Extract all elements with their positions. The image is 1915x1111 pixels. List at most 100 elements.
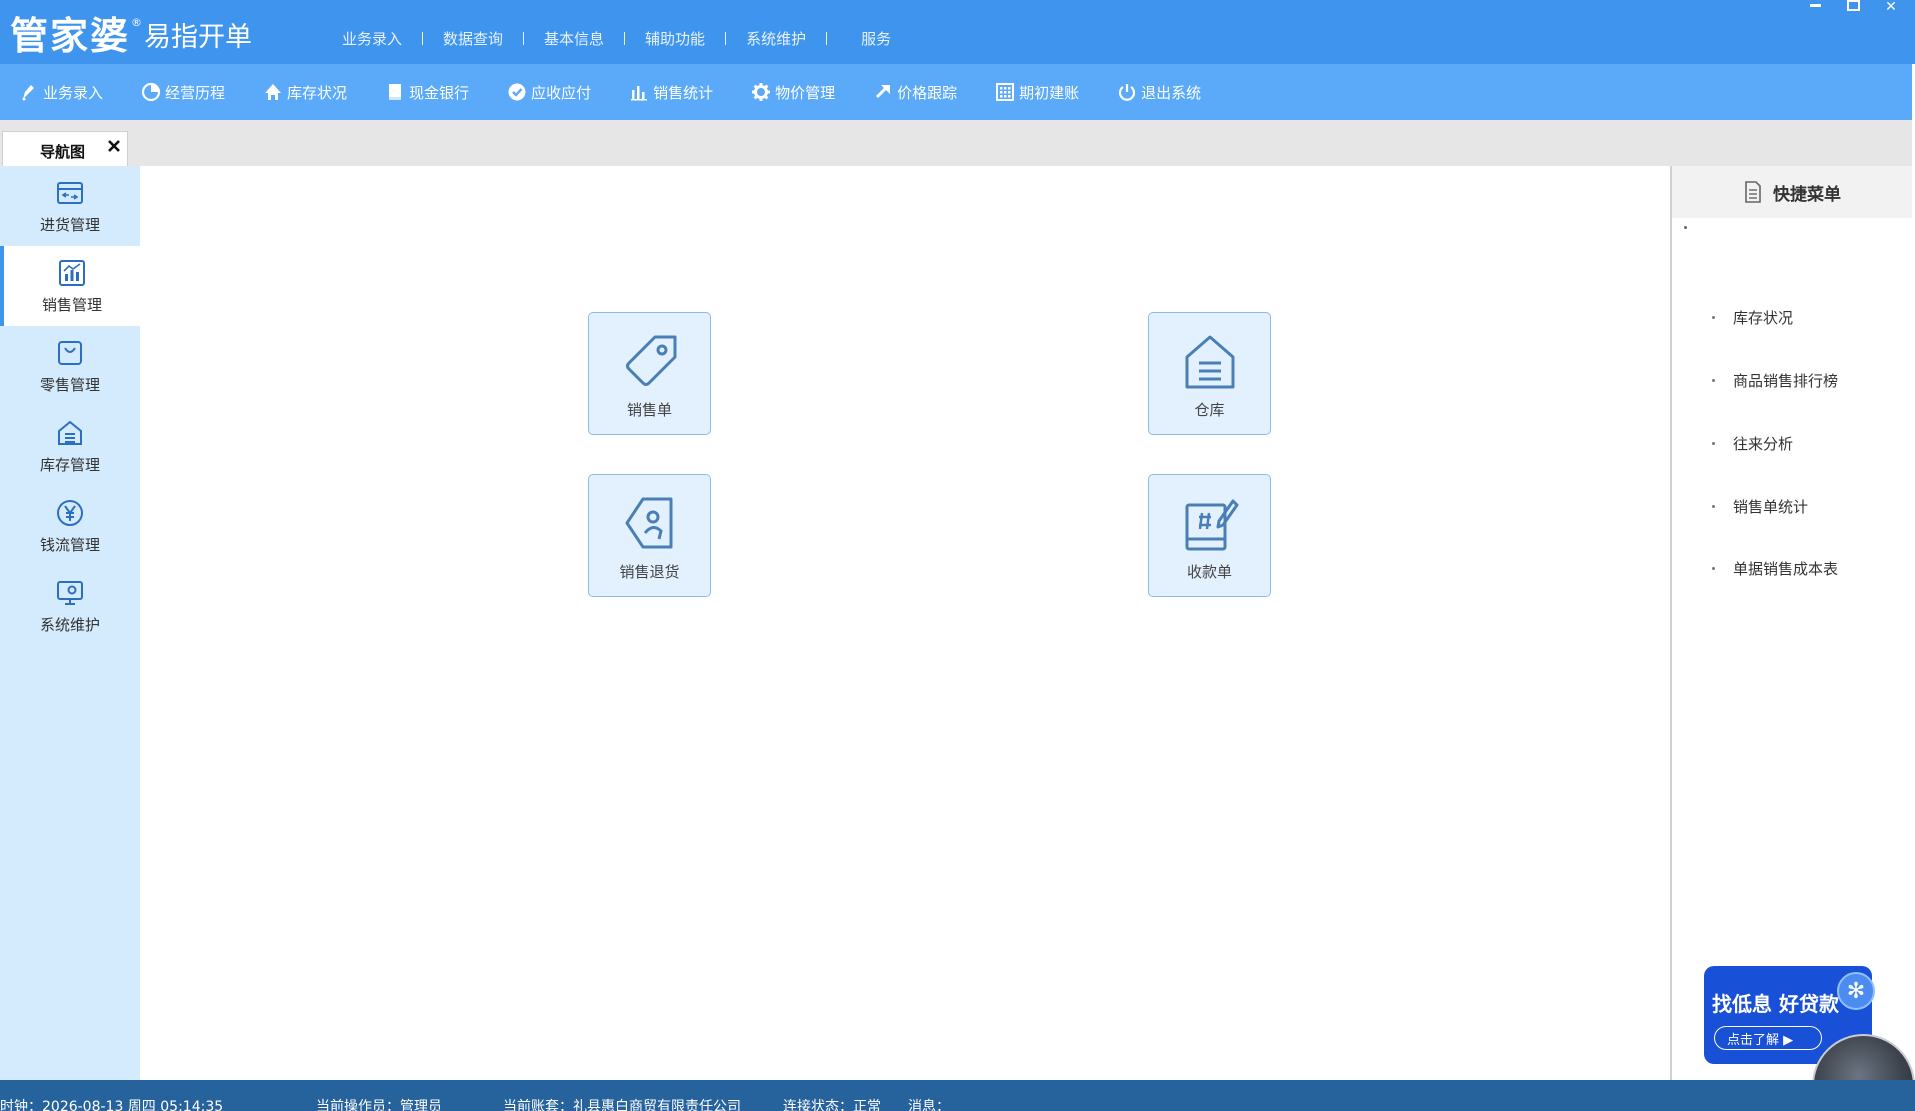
quick-item-sales-cost-report[interactable]: 单据销售成本表 bbox=[1712, 558, 1838, 579]
toolbar-label: 库存状况 bbox=[287, 83, 348, 102]
quick-item-label: 商品销售排行榜 bbox=[1733, 372, 1839, 390]
toolbar-business-entry[interactable]: 业务录入 bbox=[19, 77, 103, 107]
warehouse-icon bbox=[1185, 335, 1234, 389]
ad-learn-more-button[interactable]: 点击了解 ▶ bbox=[1714, 1026, 1822, 1050]
toolbar-price-management[interactable]: 物价管理 bbox=[751, 77, 835, 107]
toolbar-sales-statistics[interactable]: 销售统计 bbox=[629, 77, 713, 107]
quick-item-inventory-status[interactable]: 库存状况 bbox=[1712, 307, 1793, 328]
status-account: 当前账套：礼县惠白商贸有限责任公司 bbox=[503, 1099, 741, 1111]
top-menu-item-data-query[interactable]: 数据查询 bbox=[443, 28, 503, 49]
quick-item-label: 往来分析 bbox=[1733, 435, 1794, 453]
nav-label: 库存管理 bbox=[39, 456, 100, 474]
status-clock: 时钟：2026-08-13 周四 05:14:35 bbox=[0, 1099, 224, 1111]
top-menu-item-system-maintenance[interactable]: 系统维护 bbox=[746, 28, 806, 49]
house-icon bbox=[265, 84, 282, 100]
tab-navigation-map[interactable]: 导航图 bbox=[2, 131, 128, 166]
quick-menu-header: 快捷菜单 bbox=[1672, 166, 1912, 218]
purchase-icon bbox=[57, 182, 83, 204]
tile-label: 仓库 bbox=[1194, 401, 1225, 419]
top-menu-separator bbox=[422, 32, 424, 45]
quick-item-account-analysis[interactable]: 往来分析 bbox=[1712, 433, 1793, 454]
nav-item-cashflow[interactable]: 钱流管理 bbox=[0, 486, 140, 566]
grid-icon bbox=[996, 83, 1015, 101]
bullet bbox=[1712, 567, 1715, 570]
tab-label: 导航图 bbox=[40, 143, 86, 161]
toolbar-opening-accounts[interactable]: 期初建账 bbox=[995, 77, 1079, 107]
check-circle-icon bbox=[508, 83, 526, 101]
status-operator: 当前操作员：管理员 bbox=[316, 1099, 442, 1111]
snowflake-icon: ✻ bbox=[1837, 972, 1875, 1010]
top-menu: 业务录入 数据查询 基本信息 辅助功能 系统维护 服务 bbox=[342, 28, 891, 49]
tile-receipt[interactable]: 收款单 bbox=[1148, 474, 1271, 597]
bullet bbox=[1712, 442, 1715, 445]
nav-label: 系统维护 bbox=[39, 616, 100, 634]
toolbar-label: 现金银行 bbox=[409, 83, 470, 102]
decorative-dot bbox=[1684, 226, 1687, 229]
yen-icon bbox=[57, 500, 83, 526]
quick-item-label: 单据销售成本表 bbox=[1733, 560, 1839, 578]
tile-sales-order[interactable]: 销售单 bbox=[588, 312, 711, 435]
toolbar-label: 价格跟踪 bbox=[897, 83, 958, 102]
logo-sub-text: 易指开单 bbox=[144, 22, 253, 53]
arrow-up-right-icon bbox=[876, 85, 891, 99]
toolbar-label: 退出系统 bbox=[1141, 83, 1202, 102]
document-icon bbox=[1745, 181, 1761, 203]
toolbar-inventory-status[interactable]: 库存状况 bbox=[263, 77, 347, 107]
quick-item-sales-order-statistics[interactable]: 销售单统计 bbox=[1712, 496, 1808, 517]
nav-item-purchase[interactable]: 进货管理 bbox=[0, 166, 140, 246]
app-logo: 管家婆 ® 易指开单 bbox=[10, 10, 252, 58]
bullet bbox=[1712, 316, 1715, 319]
quick-item-label: 库存状况 bbox=[1733, 309, 1794, 327]
minimize-button[interactable] bbox=[1807, 0, 1823, 14]
tile-sales-return[interactable]: 销售退货 bbox=[588, 474, 711, 597]
close-window-button[interactable]: ✕ bbox=[1883, 0, 1899, 14]
window-controls: ✕ bbox=[1807, 0, 1899, 14]
top-menu-item-business-entry[interactable]: 业务录入 bbox=[342, 28, 402, 49]
sales-chart-icon bbox=[59, 260, 85, 286]
toolbar-receivable-payable[interactable]: 应收应付 bbox=[507, 77, 591, 107]
nav-item-retail[interactable]: 零售管理 bbox=[0, 326, 140, 406]
maximize-button[interactable] bbox=[1845, 0, 1861, 14]
top-menu-separator bbox=[826, 32, 828, 45]
receipt-icon bbox=[1185, 499, 1238, 551]
nav-label: 零售管理 bbox=[39, 376, 100, 394]
quick-item-label: 销售单统计 bbox=[1733, 498, 1809, 516]
toolbar-label: 销售统计 bbox=[653, 83, 714, 102]
toolbar-cash-bank[interactable]: 现金银行 bbox=[385, 77, 469, 107]
toolbar-price-tracking[interactable]: 价格跟踪 bbox=[873, 77, 957, 107]
toolbar-business-history[interactable]: 经营历程 bbox=[141, 77, 225, 107]
top-menu-item-auxiliary[interactable]: 辅助功能 bbox=[645, 28, 705, 49]
nav-item-sales[interactable]: 销售管理 bbox=[0, 246, 140, 326]
tile-label: 销售退货 bbox=[619, 563, 680, 581]
quick-item-product-sales-ranking[interactable]: 商品销售排行榜 bbox=[1712, 370, 1838, 391]
book-icon bbox=[389, 84, 402, 100]
toolbar-exit-system[interactable]: 退出系统 bbox=[1117, 77, 1201, 107]
top-menu-item-service[interactable]: 服务 bbox=[861, 28, 891, 49]
pie-icon bbox=[141, 82, 161, 102]
left-nav: 进货管理 销售管理 零售管理 库存管理 钱流管理 系统维护 bbox=[0, 166, 140, 1080]
nav-item-system-maintenance[interactable]: 系统维护 bbox=[0, 566, 140, 646]
monitor-gear-icon bbox=[57, 581, 83, 605]
toolbar-label: 经营历程 bbox=[165, 83, 226, 102]
tile-label: 收款单 bbox=[1186, 563, 1232, 581]
tile-warehouse[interactable]: 仓库 bbox=[1148, 312, 1271, 435]
pen-icon bbox=[22, 85, 34, 101]
nav-item-inventory[interactable]: 库存管理 bbox=[0, 406, 140, 486]
bag-icon bbox=[58, 341, 82, 365]
top-menu-separator bbox=[523, 32, 525, 45]
close-icon[interactable] bbox=[105, 137, 123, 155]
bullet bbox=[1712, 379, 1715, 382]
return-tag-icon bbox=[625, 497, 672, 549]
status-connection: 连接状态：正常 bbox=[783, 1099, 881, 1111]
warehouse-icon bbox=[58, 420, 82, 445]
logo-main-text: 管家婆 bbox=[10, 13, 131, 58]
title-bar: 管家婆 ® 易指开单 业务录入 数据查询 基本信息 辅助功能 系统维护 服务 ✕ bbox=[0, 0, 1915, 64]
tile-label: 销售单 bbox=[626, 401, 672, 419]
bar-chart-icon bbox=[631, 86, 648, 101]
top-menu-item-basic-info[interactable]: 基本信息 bbox=[544, 28, 604, 49]
logo-registered-mark: ® bbox=[131, 16, 143, 29]
bullet bbox=[1712, 505, 1715, 508]
nav-label: 销售管理 bbox=[41, 296, 102, 314]
status-message: 消息： bbox=[908, 1099, 950, 1111]
main-toolbar: 业务录入 经营历程 库存状况 现金银行 应收应付 销售统计 物价管理 价格跟踪 … bbox=[0, 64, 1912, 120]
